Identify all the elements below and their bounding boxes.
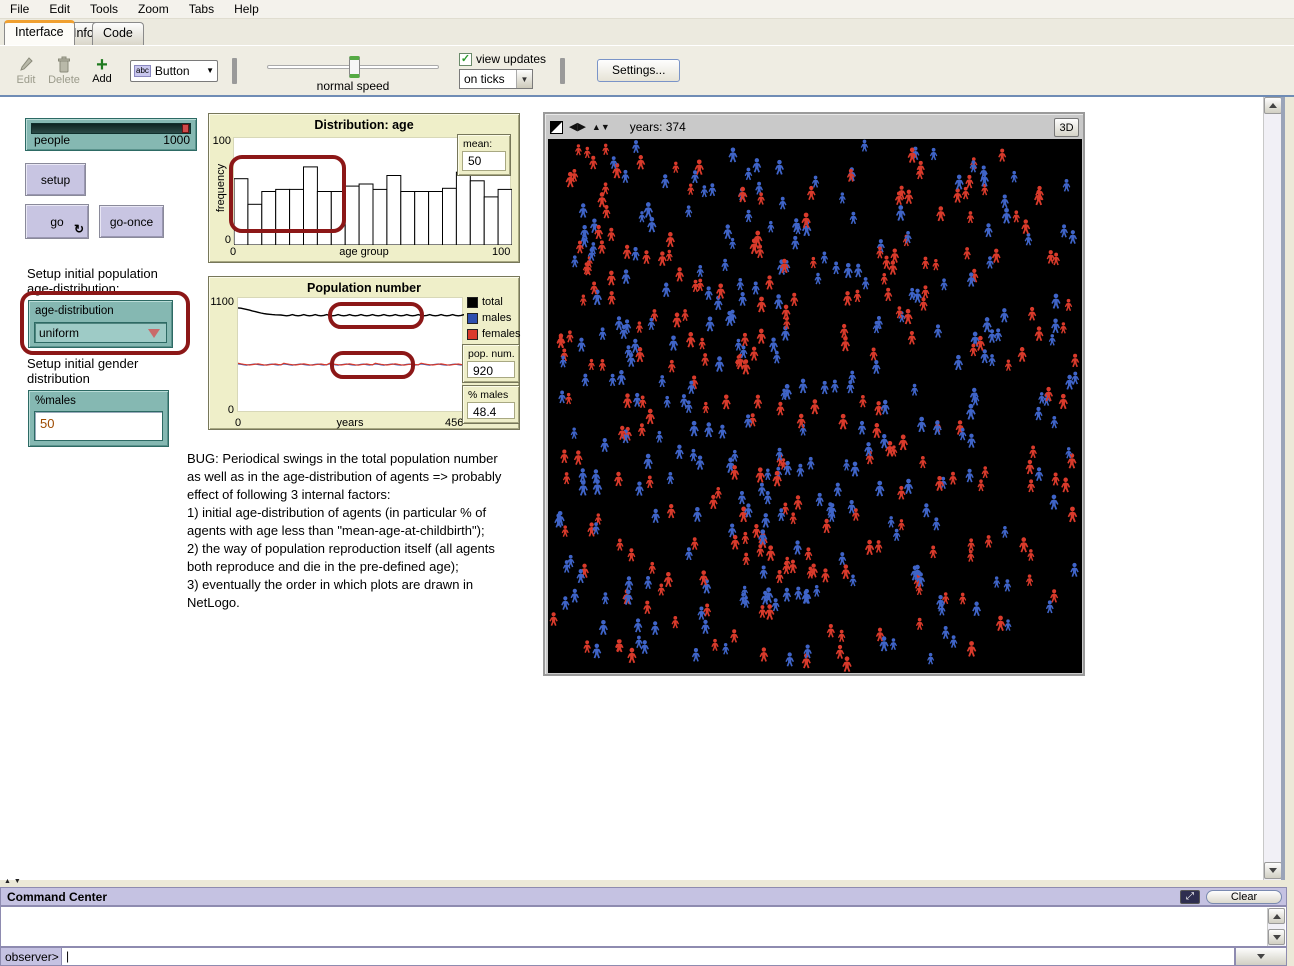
menu-zoom[interactable]: Zoom xyxy=(128,0,179,18)
annotation-chooser xyxy=(20,291,190,355)
mean-age-monitor: mean: age 50 xyxy=(457,134,511,176)
legend-swatch-total xyxy=(467,297,478,308)
legend-swatch-females xyxy=(467,329,478,340)
scroll-up-button[interactable] xyxy=(1268,908,1285,924)
world-canvas[interactable] xyxy=(548,139,1082,673)
toolbar: Edit Delete + Add abc Button ▼ normal sp… xyxy=(0,45,1294,97)
horizontal-arrows-icon: ◀▶ xyxy=(569,123,586,132)
menu-file[interactable]: File xyxy=(0,0,39,18)
command-center-output xyxy=(0,906,1287,947)
legend-swatch-males xyxy=(467,313,478,324)
add-widget-button[interactable]: + Add xyxy=(84,57,120,85)
history-dropdown-button[interactable] xyxy=(1235,947,1287,966)
tab-strip: Interface Info Code xyxy=(0,19,1294,45)
go-once-button[interactable]: go-once xyxy=(99,205,164,238)
setup-button[interactable]: setup xyxy=(25,163,86,196)
3d-button[interactable]: 3D xyxy=(1054,118,1079,137)
percent-males-value[interactable]: 50 xyxy=(34,411,163,441)
chevron-down-icon: ▼ xyxy=(206,66,214,75)
window-edge xyxy=(1281,97,1285,880)
delete-widget-button[interactable]: Delete xyxy=(46,56,82,86)
menu-tools[interactable]: Tools xyxy=(80,0,128,18)
abc-icon: abc xyxy=(134,65,151,77)
popout-button[interactable]: ⤢ xyxy=(1180,890,1200,904)
netlogo-window: File Edit Tools Zoom Tabs Help Interface… xyxy=(0,0,1294,966)
vertical-arrows-icon: ▲▼ xyxy=(592,124,610,130)
tick-counter: years: 374 xyxy=(630,120,686,134)
main-scrollbar[interactable] xyxy=(1263,97,1281,880)
bug-note: BUG: Periodical swings in the total popu… xyxy=(187,450,539,612)
clear-button[interactable]: Clear xyxy=(1206,890,1282,904)
scroll-up-button[interactable] xyxy=(1264,97,1282,114)
plus-icon: + xyxy=(96,57,108,73)
annotation-total-line xyxy=(328,302,424,329)
menu-edit[interactable]: Edit xyxy=(39,0,80,18)
command-center-header: Command Center ⤢ Clear xyxy=(0,887,1287,906)
widget-type-select[interactable]: abc Button ▼ xyxy=(130,60,218,82)
people-slider[interactable]: people 1000 xyxy=(25,118,197,151)
speed-slider[interactable]: normal speed xyxy=(263,51,443,91)
arrow-down-icon xyxy=(1269,868,1277,873)
arrow-up-icon xyxy=(1273,914,1281,919)
arrow-up-icon xyxy=(1269,103,1277,108)
toolbar-separator xyxy=(560,58,565,84)
trash-icon xyxy=(57,56,71,74)
annotation-age-plot xyxy=(229,155,346,233)
command-input[interactable]: | xyxy=(62,947,1235,966)
settings-button[interactable]: Settings... xyxy=(597,59,680,82)
view-header: ◀▶ ▲▼ years: 374 3D xyxy=(546,115,1082,139)
arrow-down-icon xyxy=(1257,954,1265,959)
people-slider-handle[interactable] xyxy=(182,124,189,133)
command-center-splitter[interactable]: ▲▼ xyxy=(4,878,24,885)
pop-num-monitor: pop. num. 920 xyxy=(462,344,520,383)
patch-size-icon xyxy=(550,121,563,134)
chevron-down-icon: ▼ xyxy=(516,70,532,88)
tab-code[interactable]: Code xyxy=(92,22,144,45)
observer-prompt: observer> xyxy=(0,947,62,966)
percent-males-monitor: % males 48.4 xyxy=(462,385,520,424)
go-button[interactable]: go ↻ xyxy=(25,204,89,239)
forever-icon: ↻ xyxy=(74,222,84,236)
percent-males-input[interactable]: %males 50 xyxy=(28,390,169,447)
scroll-down-button[interactable] xyxy=(1268,929,1285,945)
arrow-down-icon xyxy=(1273,935,1281,940)
toolbar-separator xyxy=(232,58,237,84)
menu-bar: File Edit Tools Zoom Tabs Help xyxy=(0,0,1294,19)
tab-interface[interactable]: Interface xyxy=(4,20,75,45)
menu-tabs[interactable]: Tabs xyxy=(179,0,224,18)
menu-help[interactable]: Help xyxy=(224,0,269,18)
update-mode-select[interactable]: on ticks ▼ xyxy=(459,69,533,89)
world-view: ◀▶ ▲▼ years: 374 3D xyxy=(543,112,1085,676)
edit-widget-button[interactable]: Edit xyxy=(8,56,44,86)
scroll-down-button[interactable] xyxy=(1264,862,1282,879)
speed-slider-thumb[interactable] xyxy=(349,56,360,78)
note-gender-distribution: Setup initial gender distribution xyxy=(27,356,177,386)
view-updates-checkbox[interactable]: ✓ xyxy=(459,53,472,66)
annotation-males-females-lines xyxy=(330,351,415,379)
output-scrollbar[interactable] xyxy=(1267,908,1285,946)
pencil-icon xyxy=(18,56,34,74)
